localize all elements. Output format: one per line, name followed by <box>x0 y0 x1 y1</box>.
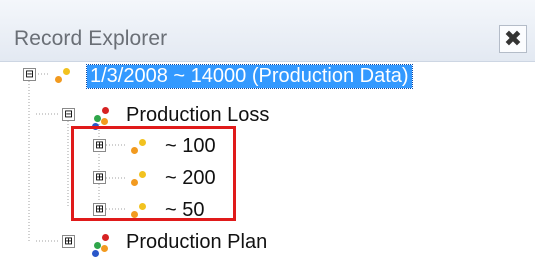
tree-node-label[interactable]: Production Plan <box>126 231 267 254</box>
close-button[interactable]: ✖ <box>499 25 527 53</box>
close-icon: ✖ <box>503 26 523 51</box>
collapse-toggle[interactable]: ⊟ <box>62 108 75 121</box>
tree-node-label[interactable]: 1/3/2008 ~ 14000 (Production Data) <box>86 64 413 89</box>
tree-node-root[interactable]: ⊟ 1/3/2008 ~ 14000 (Production Data) <box>0 61 535 91</box>
tree-node-production-plan[interactable]: ⊞ Production Plan <box>0 228 535 258</box>
record-explorer-panel: Record Explorer ✖ ⊟ 1/3/2008 ~ 14000 (Pr… <box>0 0 535 273</box>
highlight-annotation-box <box>71 126 236 221</box>
record-tree: ⊟ 1/3/2008 ~ 14000 (Production Data) ⊟ P… <box>0 61 535 273</box>
panel-title: Record Explorer <box>14 27 168 50</box>
tree-node-label[interactable]: Production Loss <box>126 104 269 127</box>
panel-header: Record Explorer ✖ <box>0 0 535 62</box>
expand-toggle[interactable]: ⊞ <box>62 235 75 248</box>
collapse-toggle[interactable]: ⊟ <box>23 68 36 81</box>
